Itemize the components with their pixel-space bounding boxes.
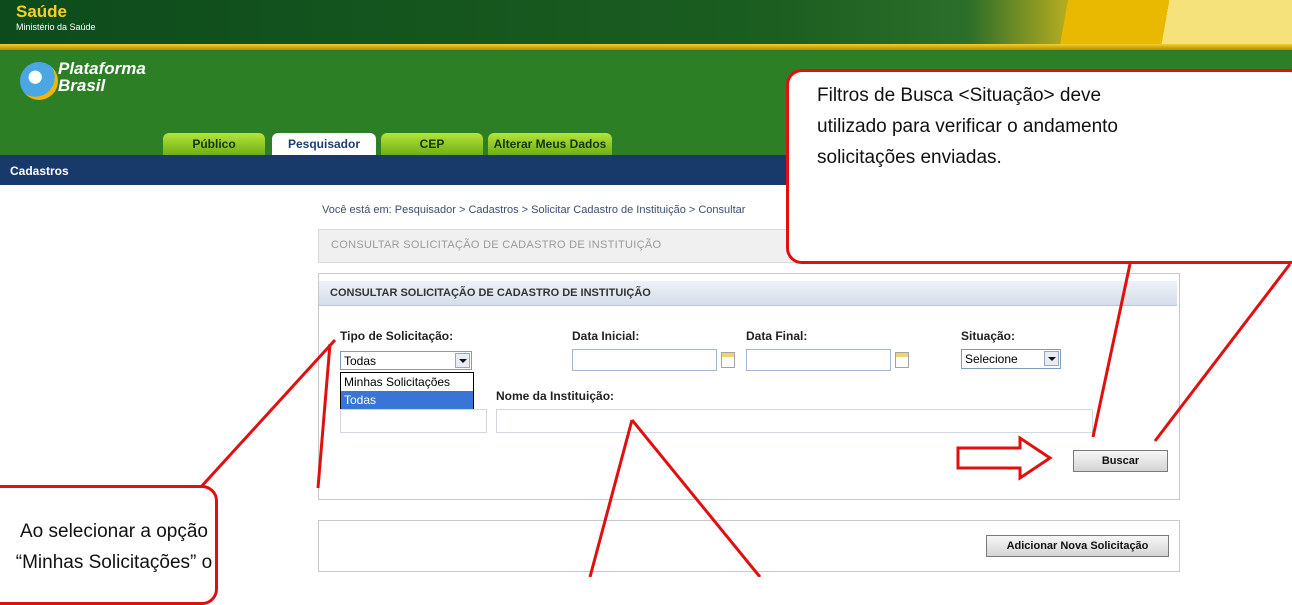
callout-right-line-3: solicitações enviadas. bbox=[817, 147, 1002, 168]
callout-minhas-solicitacoes: Ao selecionar a opção “Minhas Solicitaçõ… bbox=[0, 485, 218, 605]
callout-pointer-line bbox=[1091, 263, 1132, 438]
callout-pointer-line bbox=[1153, 263, 1292, 442]
callout-pointer-line bbox=[630, 419, 762, 577]
callout-pointer-line bbox=[198, 338, 337, 490]
callout-right-line-2: utilizado para verificar o andamento bbox=[817, 116, 1119, 137]
callout-left-line-2: “Minhas Solicitações” o bbox=[15, 552, 213, 573]
callout-situacao-filter: Filtros de Busca <Situação> deve utiliza… bbox=[786, 69, 1292, 264]
callout-pointer-line bbox=[316, 343, 332, 489]
callout-left-line-1: Ao selecionar a opção bbox=[19, 521, 208, 542]
callout-pointer-line bbox=[588, 419, 634, 577]
callout-right-line-1: Filtros de Busca <Situação> deve bbox=[817, 85, 1102, 106]
red-arrow-icon bbox=[956, 435, 1053, 481]
